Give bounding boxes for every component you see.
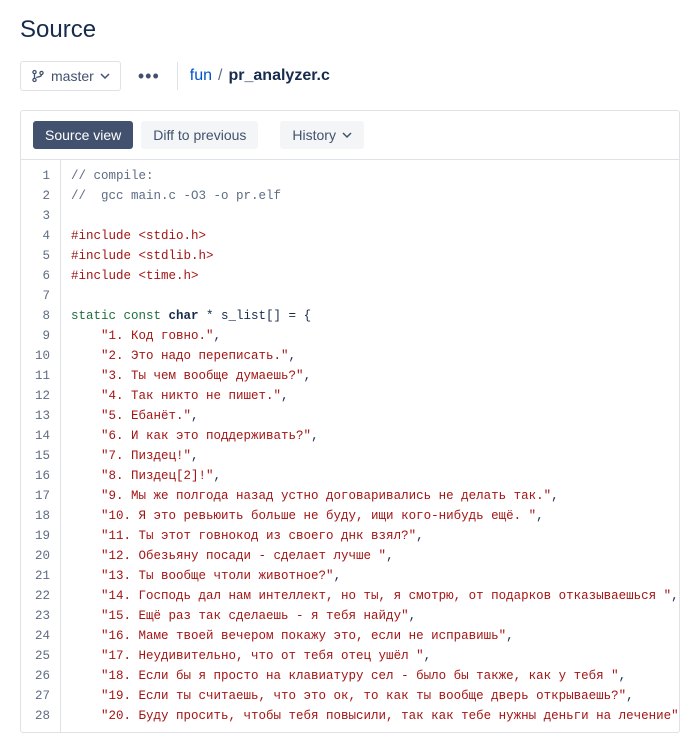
more-actions-button[interactable]: ••• xyxy=(133,60,165,92)
chevron-down-icon xyxy=(342,130,352,140)
tab-history[interactable]: History xyxy=(280,121,364,149)
line-number: 12 xyxy=(27,386,50,406)
tab-history-label: History xyxy=(292,127,336,143)
code-line: "12. Обезьяну посади - сделает лучше ", xyxy=(71,546,669,566)
code-line: // compile: xyxy=(71,166,669,186)
line-number-gutter: 1234567891011121314151617181920212223242… xyxy=(21,160,61,732)
line-number: 4 xyxy=(27,226,50,246)
code-line: #include <stdio.h> xyxy=(71,226,669,246)
line-number: 19 xyxy=(27,526,50,546)
line-number: 9 xyxy=(27,326,50,346)
code-line: "9. Мы же полгода назад устно договарива… xyxy=(71,486,669,506)
code-line: "19. Если ты считаешь, что это ок, то ка… xyxy=(71,686,669,706)
code-line: "8. Пиздец[2]!", xyxy=(71,466,669,486)
code-line: "20. Буду просить, чтобы тебя повысили, … xyxy=(71,706,669,726)
line-number: 8 xyxy=(27,306,50,326)
breadcrumb-folder[interactable]: fun xyxy=(190,67,212,85)
line-number: 18 xyxy=(27,506,50,526)
line-number: 27 xyxy=(27,686,50,706)
code-line: "13. Ты вообще чтоли животное?", xyxy=(71,566,669,586)
line-number: 28 xyxy=(27,706,50,726)
code-line: "3. Ты чем вообще думаешь?", xyxy=(71,366,669,386)
code-line: "5. Ебанёт.", xyxy=(71,406,669,426)
line-number: 15 xyxy=(27,446,50,466)
code-line: "4. Так никто не пишет.", xyxy=(71,386,669,406)
toolbar-divider xyxy=(177,62,178,90)
code-line xyxy=(71,206,669,226)
line-number: 22 xyxy=(27,586,50,606)
file-toolbar: master ••• fun / pr_analyzer.c xyxy=(20,60,680,92)
code-line: "17. Неудивительно, что от тебя отец ушё… xyxy=(71,646,669,666)
line-number: 2 xyxy=(27,186,50,206)
line-number: 6 xyxy=(27,266,50,286)
line-number: 14 xyxy=(27,426,50,446)
code-content[interactable]: // compile:// gcc main.c -O3 -o pr.elf #… xyxy=(61,160,679,732)
line-number: 24 xyxy=(27,626,50,646)
line-number: 26 xyxy=(27,666,50,686)
code-line: "14. Господь дал нам интеллект, но ты, я… xyxy=(71,586,669,606)
branch-name: master xyxy=(51,68,94,84)
code-line xyxy=(71,286,669,306)
chevron-down-icon xyxy=(100,71,110,81)
view-tabs: Source view Diff to previous History xyxy=(21,111,679,160)
line-number: 21 xyxy=(27,566,50,586)
line-number: 11 xyxy=(27,366,50,386)
code-line: "6. И как это поддерживать?", xyxy=(71,426,669,446)
code-line: #include <time.h> xyxy=(71,266,669,286)
code-line: "11. Ты этот говнокод из своего днк взял… xyxy=(71,526,669,546)
line-number: 16 xyxy=(27,466,50,486)
tab-diff-previous[interactable]: Diff to previous xyxy=(141,121,258,149)
line-number: 5 xyxy=(27,246,50,266)
branch-icon xyxy=(31,69,45,83)
tab-source-view[interactable]: Source view xyxy=(33,121,133,149)
line-number: 20 xyxy=(27,546,50,566)
line-number: 7 xyxy=(27,286,50,306)
code-viewer: 1234567891011121314151617181920212223242… xyxy=(21,160,679,732)
line-number: 3 xyxy=(27,206,50,226)
code-line: #include <stdlib.h> xyxy=(71,246,669,266)
code-line: "16. Маме твоей вечером покажу это, если… xyxy=(71,626,669,646)
line-number: 17 xyxy=(27,486,50,506)
code-line: static const char * s_list[] = { xyxy=(71,306,669,326)
line-number: 25 xyxy=(27,646,50,666)
code-line: "7. Пиздец!", xyxy=(71,446,669,466)
code-line: "15. Ещё раз так сделаешь - я тебя найду… xyxy=(71,606,669,626)
code-line: "2. Это надо переписать.", xyxy=(71,346,669,366)
line-number: 13 xyxy=(27,406,50,426)
line-number: 23 xyxy=(27,606,50,626)
source-panel: Source view Diff to previous History 123… xyxy=(20,110,680,733)
breadcrumb: fun / pr_analyzer.c xyxy=(190,67,330,85)
line-number: 1 xyxy=(27,166,50,186)
code-line: "10. Я это ревьюить больше не буду, ищи … xyxy=(71,506,669,526)
breadcrumb-separator: / xyxy=(218,67,222,85)
line-number: 10 xyxy=(27,346,50,366)
page-title: Source xyxy=(20,16,680,44)
breadcrumb-file: pr_analyzer.c xyxy=(229,67,330,85)
ellipsis-icon: ••• xyxy=(138,66,160,87)
code-line: // gcc main.c -O3 -o pr.elf xyxy=(71,186,669,206)
code-line: "1. Код говно.", xyxy=(71,326,669,346)
branch-selector[interactable]: master xyxy=(20,61,121,91)
code-line: "18. Если бы я просто на клавиатуру сел … xyxy=(71,666,669,686)
